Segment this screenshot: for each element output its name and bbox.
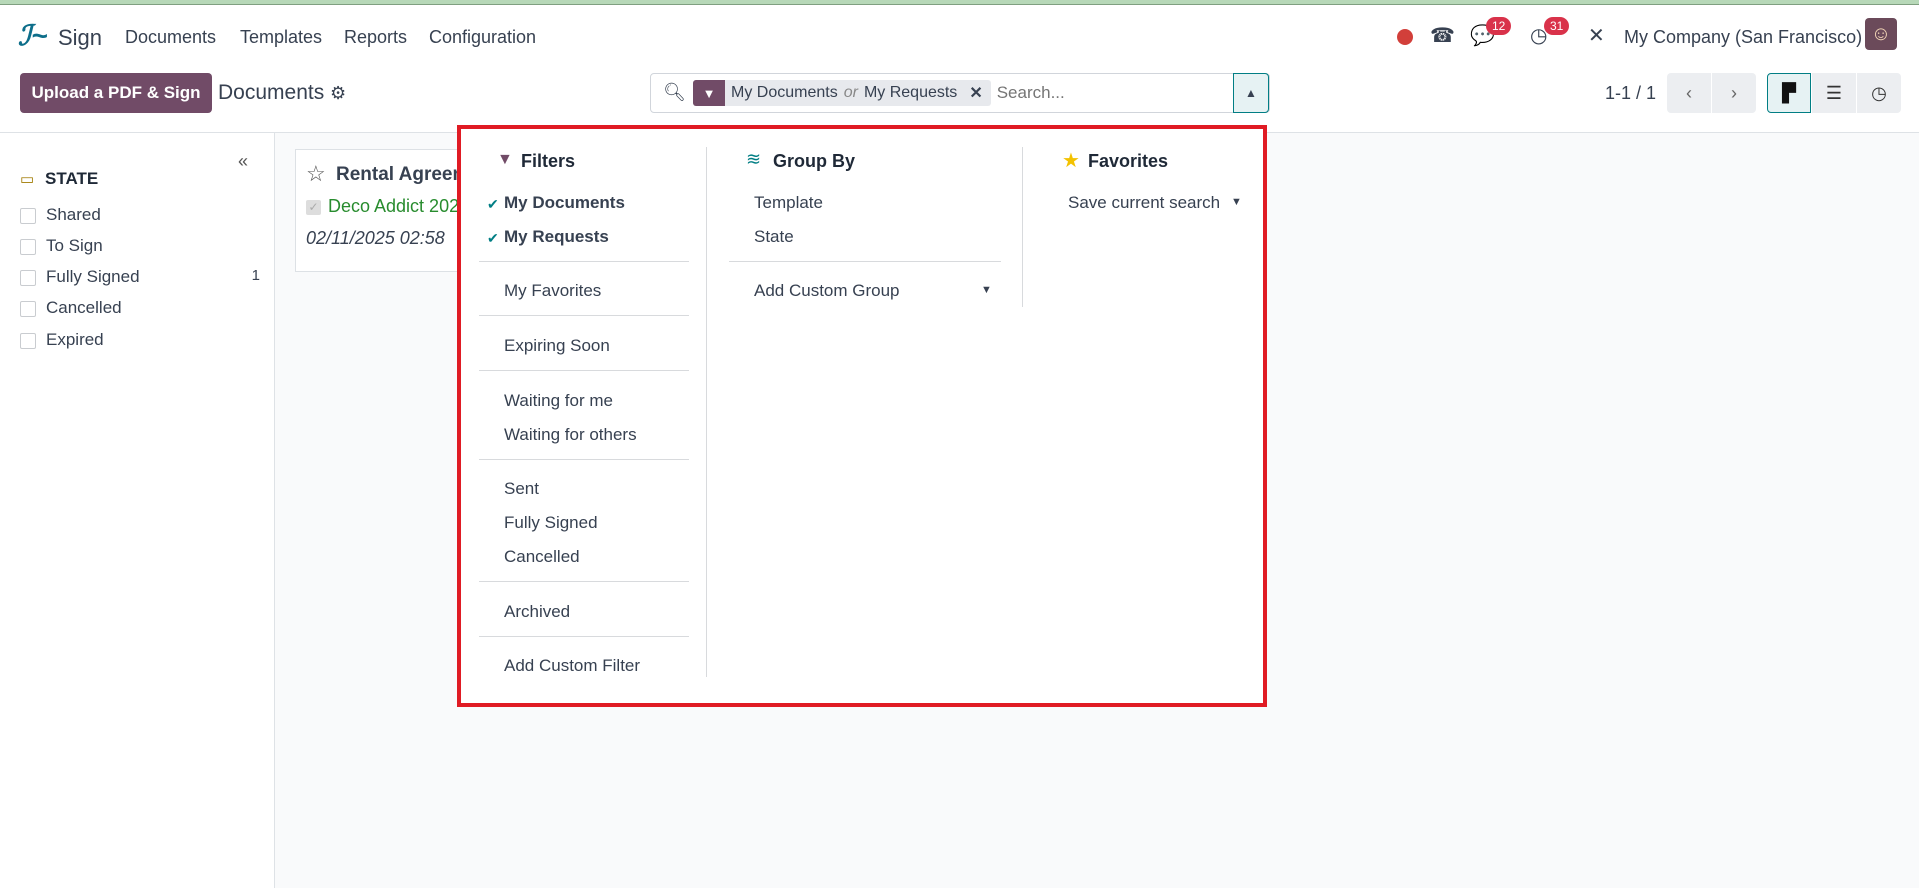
star-icon[interactable]: ☆ xyxy=(306,161,326,187)
divider xyxy=(479,636,689,637)
caret-down-icon: ▼ xyxy=(1231,196,1242,208)
filter-my-requests[interactable]: My Requests xyxy=(504,227,609,247)
search-options-dropdown: ▼ Filters ✔ My Documents ✔ My Requests M… xyxy=(457,125,1267,707)
filter-cancelled[interactable]: Cancelled xyxy=(504,547,580,567)
filter-icon: ▼ xyxy=(497,151,513,168)
app-name[interactable]: Sign xyxy=(58,25,102,51)
facet-value-documents: My Documents xyxy=(731,84,838,101)
menu-reports[interactable]: Reports xyxy=(344,27,407,48)
card-partner: Deco Addict 2025 xyxy=(328,196,470,216)
filter-waiting-for-others[interactable]: Waiting for others xyxy=(504,425,637,445)
activities-badge: 31 xyxy=(1544,17,1570,35)
filter-sent[interactable]: Sent xyxy=(504,479,539,499)
column-divider xyxy=(1022,147,1023,307)
search-facet[interactable]: ▼ My Documents or My Requests ✕ xyxy=(693,80,991,106)
card-date: 02/11/2025 02:58 xyxy=(306,228,445,248)
menu-configuration[interactable]: Configuration xyxy=(429,27,536,48)
star-icon: ★ xyxy=(1062,150,1080,172)
activities-clock-icon[interactable]: ◷ 31 xyxy=(1530,17,1570,48)
divider xyxy=(479,370,689,371)
kanban-view-button[interactable]: ▛ xyxy=(1767,73,1811,113)
pager-value: 1-1 / 1 xyxy=(1605,83,1657,103)
filter-archived[interactable]: Archived xyxy=(504,602,570,622)
state-item-expired[interactable]: Expired xyxy=(20,330,104,350)
search-bar[interactable]: 🔍︎ ▼ My Documents or My Requests ✕ ▲ xyxy=(650,73,1270,113)
divider xyxy=(479,459,689,460)
facet-value-requests: My Requests xyxy=(863,84,958,101)
save-current-search[interactable]: Save current search xyxy=(1068,193,1220,213)
column-divider xyxy=(706,147,707,677)
activity-view-button[interactable]: ◷ xyxy=(1857,73,1901,113)
company-switcher[interactable]: My Company (San Francisco) xyxy=(1624,27,1862,48)
group-by-heading: Group By xyxy=(773,151,856,171)
filters-heading: Filters xyxy=(521,151,576,171)
search-icon: 🔍︎ xyxy=(663,82,686,102)
pager-next-button[interactable]: › xyxy=(1712,73,1756,113)
search-options-toggle[interactable]: ▲ xyxy=(1233,73,1269,113)
filter-expiring-soon[interactable]: Expiring Soon xyxy=(504,336,610,356)
check-icon: ✔ xyxy=(487,230,499,246)
filter-waiting-for-me[interactable]: Waiting for me xyxy=(504,391,613,411)
list-view-button[interactable]: ☰ xyxy=(1812,73,1856,113)
add-custom-filter[interactable]: Add Custom Filter xyxy=(504,656,640,676)
sidebar-state-panel: « ▭ STATE Shared To Sign Fully Signed 1 C… xyxy=(0,133,275,888)
menu-templates[interactable]: Templates xyxy=(240,27,322,48)
divider xyxy=(479,261,689,262)
state-item-shared[interactable]: Shared xyxy=(20,205,101,225)
tools-icon[interactable]: ✕ xyxy=(1588,23,1605,48)
divider xyxy=(479,315,689,316)
filter-my-favorites[interactable]: My Favorites xyxy=(504,281,601,301)
remove-facet-icon[interactable]: ✕ xyxy=(963,83,990,103)
collapse-sidebar-icon[interactable]: « xyxy=(238,151,248,172)
inbox-icon: ▭ xyxy=(20,171,35,188)
upload-pdf-sign-button[interactable]: Upload a PDF & Sign xyxy=(20,73,212,113)
filter-my-documents[interactable]: My Documents xyxy=(504,193,625,213)
card-checkbox[interactable]: ✓ xyxy=(306,200,321,215)
fully-signed-count: 1 xyxy=(251,267,260,284)
layers-icon: ≋ xyxy=(746,149,762,169)
recording-status-icon[interactable] xyxy=(1397,29,1413,45)
sign-app-logo-icon[interactable]: ℐ~ xyxy=(18,19,48,52)
search-input[interactable] xyxy=(996,83,1217,103)
check-icon: ✔ xyxy=(487,196,499,212)
messages-icon[interactable]: 💬 12 xyxy=(1470,17,1512,48)
breadcrumb-title: Documents xyxy=(218,81,325,104)
add-custom-group-select[interactable]: Add Custom Group xyxy=(754,281,900,301)
caret-down-icon: ▼ xyxy=(981,284,992,296)
menu-documents[interactable]: Documents xyxy=(125,27,216,48)
control-panel: Upload a PDF & Sign Documents ⚙ 🔍︎ ▼ My … xyxy=(0,67,1919,133)
divider xyxy=(479,581,689,582)
phone-icon[interactable]: ☎ xyxy=(1430,23,1455,48)
divider xyxy=(729,261,1001,262)
navbar: ℐ~ Sign Documents Templates Reports Conf… xyxy=(0,5,1919,67)
group-by-state[interactable]: State xyxy=(754,227,794,247)
pager-previous-button[interactable]: ‹ xyxy=(1667,73,1711,113)
gear-icon[interactable]: ⚙ xyxy=(330,83,346,104)
group-by-template[interactable]: Template xyxy=(754,193,823,213)
filter-icon: ▼ xyxy=(693,80,725,106)
state-item-to-sign[interactable]: To Sign xyxy=(20,236,103,256)
state-item-fully-signed[interactable]: Fully Signed 1 xyxy=(20,267,260,287)
user-avatar[interactable]: ☺ xyxy=(1865,18,1897,50)
messages-badge: 12 xyxy=(1486,17,1512,35)
favorites-heading: Favorites xyxy=(1088,151,1169,171)
state-item-cancelled[interactable]: Cancelled xyxy=(20,298,122,318)
filter-fully-signed[interactable]: Fully Signed xyxy=(504,513,598,533)
state-heading: STATE xyxy=(45,169,99,188)
facet-or: or xyxy=(843,84,858,101)
